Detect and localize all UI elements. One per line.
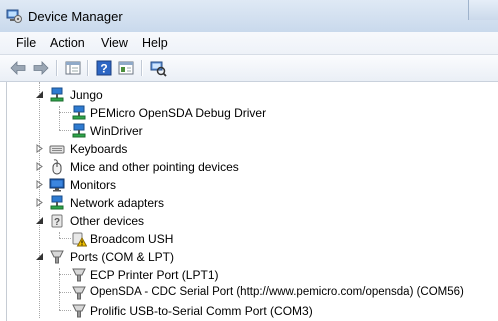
collapse-arrow-icon[interactable] xyxy=(35,252,44,261)
collapse-arrow-icon[interactable] xyxy=(35,216,44,225)
tree-node-label: Monitors xyxy=(70,178,117,192)
console-tree-icon[interactable] xyxy=(64,59,82,77)
tree-node-label: Keyboards xyxy=(70,142,128,156)
device-tree: Jungo PEMicro OpenSDA Debug Driver WinDr… xyxy=(6,82,498,321)
tree-node-ports[interactable]: Ports (COM & LPT) xyxy=(7,248,307,266)
unknown-device-icon: ? xyxy=(51,214,63,228)
back-arrow-icon[interactable] xyxy=(9,59,27,77)
toolbar: ? xyxy=(0,55,498,82)
tree-node-pemicro-driver[interactable]: PEMicro OpenSDA Debug Driver xyxy=(7,104,307,122)
svg-text:?: ? xyxy=(100,62,107,76)
tree-node-label: Network adapters xyxy=(70,196,165,210)
expand-arrow-icon[interactable] xyxy=(35,144,44,153)
properties-icon[interactable] xyxy=(117,59,135,77)
window-title: Device Manager xyxy=(28,9,123,24)
tree-node-prolific-port[interactable]: Prolific USB-to-Serial Comm Port (COM3) xyxy=(7,302,427,320)
tree-node-label: Prolific USB-to-Serial Comm Port (COM3) xyxy=(90,304,313,318)
network-device-icon xyxy=(72,105,86,120)
port-icon xyxy=(72,304,86,318)
menu-bar: File Action View Help xyxy=(0,32,498,55)
keyboard-icon xyxy=(49,145,65,154)
expand-arrow-icon[interactable] xyxy=(35,180,44,189)
forward-arrow-icon[interactable] xyxy=(32,59,50,77)
tree-node-keyboards[interactable]: Keyboards xyxy=(7,140,307,158)
help-icon[interactable]: ? xyxy=(95,59,113,77)
tree-node-label: Ports (COM & LPT) xyxy=(70,250,175,264)
monitor-icon xyxy=(49,178,65,192)
network-adapter-icon xyxy=(50,195,64,210)
tree-node-opensda-serial-port[interactable]: OpenSDA - CDC Serial Port (http://www.pe… xyxy=(7,284,497,302)
menu-help[interactable]: Help xyxy=(142,36,168,50)
toolbar-separator xyxy=(87,60,89,76)
tree-node-label: Mice and other pointing devices xyxy=(70,160,239,174)
tree-node-mice[interactable]: Mice and other pointing devices xyxy=(7,158,307,176)
tree-node-other-devices[interactable]: ? Other devices xyxy=(7,212,307,230)
tree-node-label: ECP Printer Port (LPT1) xyxy=(90,268,219,282)
toolbar-separator xyxy=(141,60,143,76)
port-icon xyxy=(72,286,86,300)
menu-view[interactable]: View xyxy=(101,36,128,50)
device-manager-icon xyxy=(6,9,22,23)
toolbar-separator xyxy=(56,60,58,76)
tree-node-windriver[interactable]: WinDriver xyxy=(7,122,307,140)
warning-device-icon xyxy=(72,232,87,247)
port-icon xyxy=(50,250,64,264)
tree-node-label: OpenSDA - CDC Serial Port (http://www.pe… xyxy=(90,286,464,298)
menu-action[interactable]: Action xyxy=(50,36,85,50)
svg-text:?: ? xyxy=(54,217,60,228)
network-device-icon xyxy=(50,87,64,102)
scan-hardware-icon[interactable] xyxy=(149,59,167,77)
expand-arrow-icon[interactable] xyxy=(35,198,44,207)
tree-node-jungo[interactable]: Jungo xyxy=(7,86,307,104)
network-device-icon xyxy=(72,123,86,138)
tree-node-monitors[interactable]: Monitors xyxy=(7,176,307,194)
port-icon xyxy=(72,268,86,282)
tree-node-label: WinDriver xyxy=(90,124,143,138)
title-bar[interactable]: Device Manager xyxy=(0,0,498,33)
menu-file[interactable]: File xyxy=(16,36,36,50)
collapse-arrow-icon[interactable] xyxy=(35,90,44,99)
expand-arrow-icon[interactable] xyxy=(35,162,44,171)
tree-node-broadcom-ush[interactable]: Broadcom USH xyxy=(7,230,307,248)
window-control-button[interactable] xyxy=(468,0,498,20)
tree-node-network-adapters[interactable]: Network adapters xyxy=(7,194,307,212)
tree-node-label: Jungo xyxy=(70,88,103,102)
tree-node-label: Other devices xyxy=(70,214,145,228)
tree-node-label: Broadcom USH xyxy=(90,232,174,246)
tree-node-ecp-printer-port[interactable]: ECP Printer Port (LPT1) xyxy=(7,266,427,284)
mouse-icon xyxy=(52,159,62,175)
tree-node-label: PEMicro OpenSDA Debug Driver xyxy=(90,106,267,120)
